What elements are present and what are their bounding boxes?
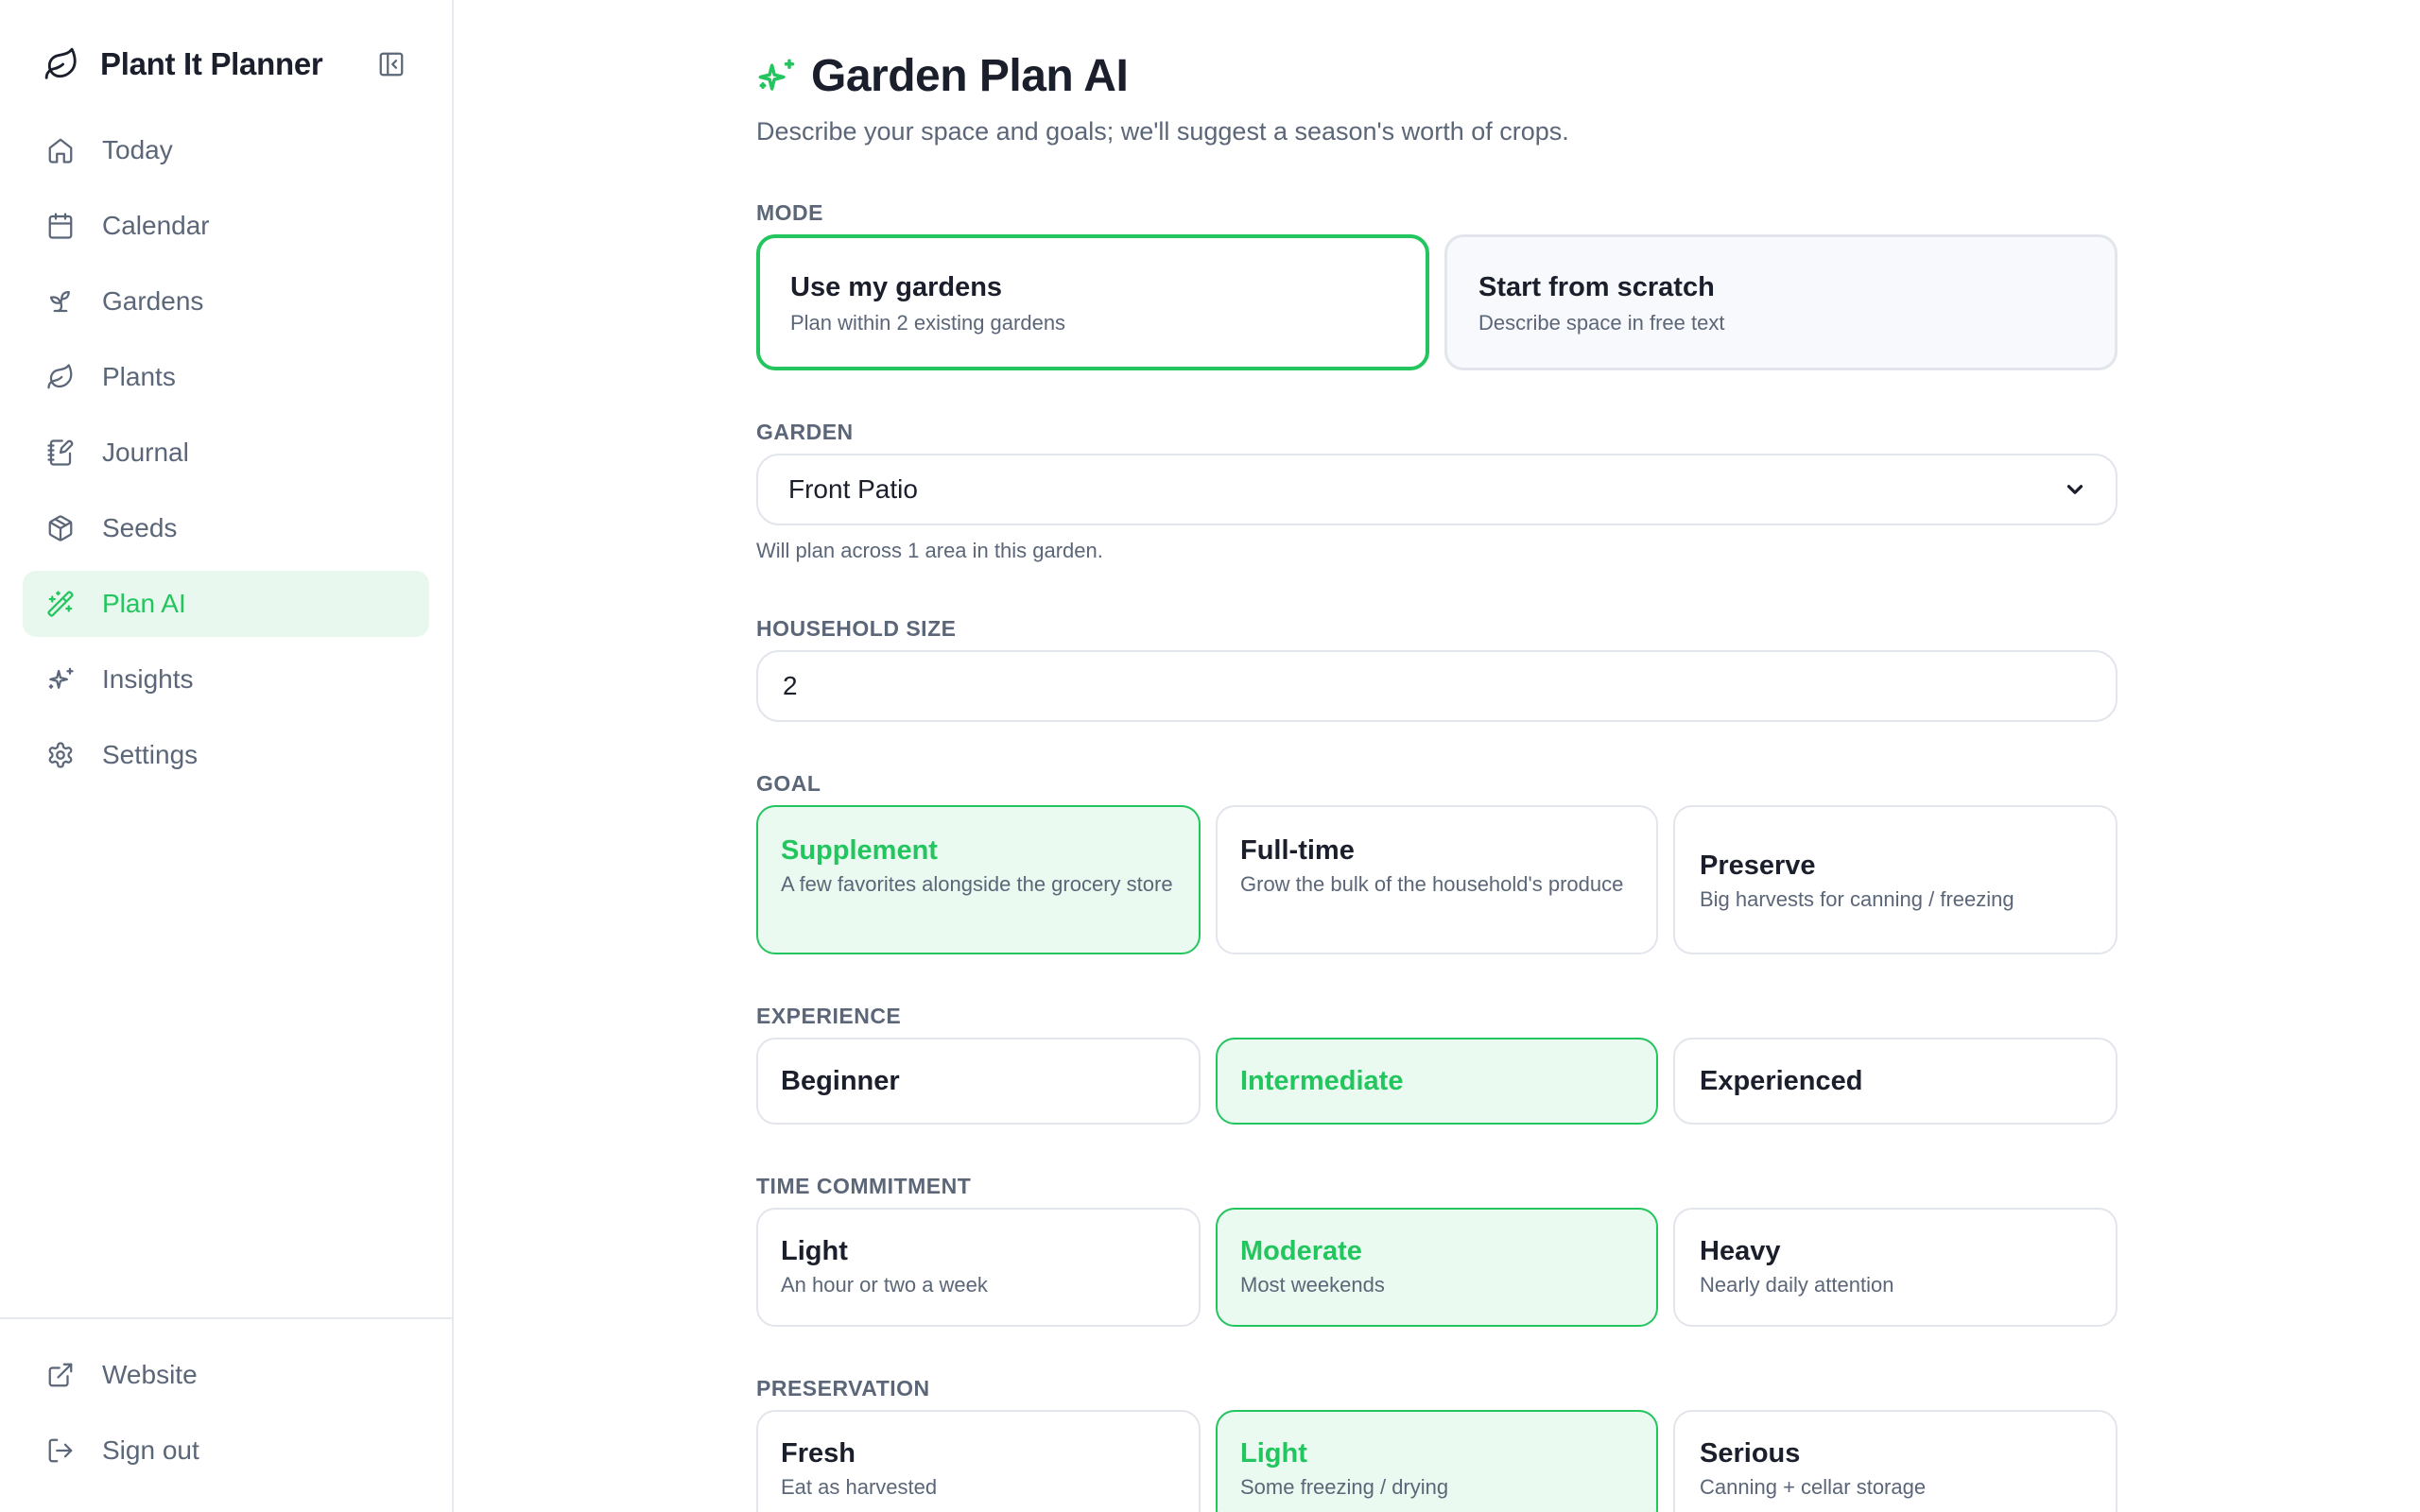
sidebar-item-website[interactable]: Website <box>23 1342 429 1408</box>
option-title: Beginner <box>781 1066 900 1096</box>
household-size-input[interactable]: 2 <box>756 650 2118 722</box>
sidebar-footer: Website Sign out <box>0 1317 452 1512</box>
mode-label: MODE <box>756 200 823 225</box>
sidebar-item-label: Seeds <box>102 513 178 542</box>
external-link-icon <box>43 1358 78 1392</box>
mode-option-start-from-scratch[interactable]: Start from scratch Describe space in fre… <box>1444 234 2118 370</box>
option-description: Describe space in free text <box>1478 311 1725 335</box>
sidebar-item-settings[interactable]: Settings <box>23 722 429 788</box>
option-description: Grow the bulk of the household's produce <box>1240 872 1624 896</box>
sidebar-item-label: Sign out <box>102 1435 199 1465</box>
sidebar-item-plan-ai[interactable]: Plan AI <box>23 571 429 637</box>
sparkles-icon <box>43 662 78 696</box>
sidebar-item-seeds[interactable]: Seeds <box>23 495 429 561</box>
gear-icon <box>43 738 78 772</box>
option-title: Preserve <box>1700 850 1816 881</box>
option-title: Light <box>1240 1438 1307 1469</box>
sidebar-item-today[interactable]: Today <box>23 117 429 183</box>
wand-sparkles-icon <box>43 587 78 621</box>
experience-option-intermediate[interactable]: Intermediate <box>1216 1038 1658 1125</box>
page-subtitle: Describe your space and goals; we'll sug… <box>756 117 1569 146</box>
feather-icon <box>42 44 81 84</box>
option-title: Heavy <box>1700 1236 1781 1266</box>
sidebar-item-label: Journal <box>102 438 189 467</box>
goal-option-full-time[interactable]: Full-time Grow the bulk of the household… <box>1216 805 1658 954</box>
sidebar-item-plants[interactable]: Plants <box>23 344 429 410</box>
collapse-sidebar-icon[interactable] <box>372 45 410 83</box>
sidebar-item-label: Gardens <box>102 286 204 316</box>
sidebar-item-label: Plants <box>102 362 176 391</box>
garden-label: GARDEN <box>756 420 854 444</box>
household-size-value: 2 <box>783 671 798 700</box>
sidebar-item-label: Insights <box>102 664 194 694</box>
sidebar-item-calendar[interactable]: Calendar <box>23 193 429 259</box>
sidebar-item-gardens[interactable]: Gardens <box>23 268 429 335</box>
leaf-icon <box>43 360 78 394</box>
option-title: Moderate <box>1240 1236 1362 1266</box>
option-description: A few favorites alongside the grocery st… <box>781 872 1173 896</box>
option-title: Supplement <box>781 835 938 866</box>
sidebar-item-journal[interactable]: Journal <box>23 420 429 486</box>
option-description: Big harvests for canning / freezing <box>1700 887 2014 911</box>
option-title: Intermediate <box>1240 1066 1404 1096</box>
preservation-option-serious[interactable]: Serious Canning + cellar storage <box>1673 1410 2118 1512</box>
option-title: Full-time <box>1240 835 1355 866</box>
option-title: Start from scratch <box>1478 272 1715 302</box>
sidebar: Plant It Planner Today Calendar Gardens <box>0 0 454 1512</box>
time-option-heavy[interactable]: Heavy Nearly daily attention <box>1673 1208 2118 1327</box>
chevron-down-icon <box>2063 475 2091 504</box>
sidebar-item-label: Today <box>102 135 173 164</box>
sidebar-item-insights[interactable]: Insights <box>23 646 429 713</box>
option-description: Eat as harvested <box>781 1475 938 1499</box>
brand-name: Plant It Planner <box>100 46 323 81</box>
sidebar-item-label: Website <box>102 1360 198 1389</box>
goal-option-supplement[interactable]: Supplement A few favorites alongside the… <box>756 805 1201 954</box>
garden-select-value: Front Patio <box>788 474 918 504</box>
page-title: Garden Plan AI <box>811 50 1129 101</box>
option-title: Light <box>781 1236 848 1266</box>
experience-option-beginner[interactable]: Beginner <box>756 1038 1201 1125</box>
preservation-label: PRESERVATION <box>756 1376 930 1400</box>
home-icon <box>43 133 78 167</box>
option-title: Fresh <box>781 1438 856 1469</box>
option-description: Most weekends <box>1240 1273 1385 1297</box>
sidebar-item-label: Plan AI <box>102 589 186 618</box>
experience-label: EXPERIENCE <box>756 1004 902 1028</box>
option-title: Use my gardens <box>790 272 1003 302</box>
option-title: Serious <box>1700 1438 1801 1469</box>
sparkles-icon <box>756 56 796 95</box>
sprout-icon <box>43 284 78 318</box>
mode-option-use-my-gardens[interactable]: Use my gardens Plan within 2 existing ga… <box>756 234 1429 370</box>
experience-option-experienced[interactable]: Experienced <box>1673 1038 2118 1125</box>
option-description: An hour or two a week <box>781 1273 988 1297</box>
log-out-icon <box>43 1434 78 1468</box>
sidebar-item-label: Calendar <box>102 211 210 240</box>
brand: Plant It Planner <box>42 38 410 91</box>
option-description: Some freezing / drying <box>1240 1475 1449 1499</box>
sidebar-item-label: Settings <box>102 740 199 769</box>
household-size-label: HOUSEHOLD SIZE <box>756 616 957 641</box>
option-title: Experienced <box>1700 1066 1863 1096</box>
page-header: Garden Plan AI <box>756 47 1129 104</box>
notebook-pen-icon <box>43 436 78 470</box>
sidebar-nav: Today Calendar Gardens Plants Journal Se… <box>23 117 429 798</box>
garden-select[interactable]: Front Patio <box>756 454 2118 525</box>
time-commitment-label: TIME COMMITMENT <box>756 1174 972 1198</box>
garden-hint: Will plan across 1 area in this garden. <box>756 539 1103 562</box>
sidebar-item-sign-out[interactable]: Sign out <box>23 1418 429 1484</box>
calendar-icon <box>43 209 78 243</box>
time-option-moderate[interactable]: Moderate Most weekends <box>1216 1208 1658 1327</box>
option-description: Nearly daily attention <box>1700 1273 1894 1297</box>
goal-label: GOAL <box>756 771 821 796</box>
time-option-light[interactable]: Light An hour or two a week <box>756 1208 1201 1327</box>
option-description: Canning + cellar storage <box>1700 1475 1927 1499</box>
package-icon <box>43 511 78 545</box>
option-description: Plan within 2 existing gardens <box>790 311 1066 335</box>
preservation-option-light[interactable]: Light Some freezing / drying <box>1216 1410 1658 1512</box>
preservation-option-fresh[interactable]: Fresh Eat as harvested <box>756 1410 1201 1512</box>
goal-option-preserve[interactable]: Preserve Big harvests for canning / free… <box>1673 805 2118 954</box>
